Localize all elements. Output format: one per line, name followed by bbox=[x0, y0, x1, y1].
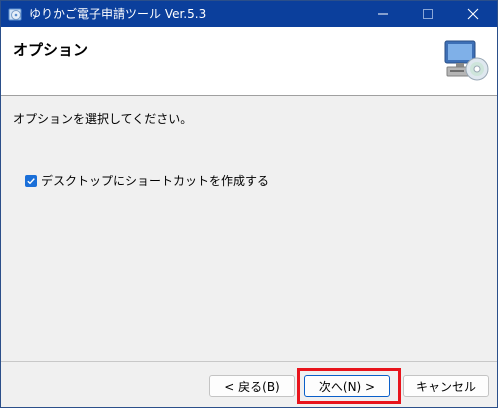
page-title: オプション bbox=[13, 41, 89, 59]
cancel-button[interactable]: キャンセル bbox=[403, 375, 489, 397]
minimize-button[interactable] bbox=[361, 1, 405, 27]
installer-disc-icon bbox=[8, 6, 24, 22]
options-panel: オプションを選択してください。 デスクトップにショートカットを作成する bbox=[1, 96, 497, 362]
maximize-icon bbox=[422, 5, 434, 24]
create-shortcut-checkbox[interactable] bbox=[25, 174, 37, 187]
button-bar: < 戻る(B) 次へ(N) > キャンセル bbox=[1, 361, 497, 407]
title-bar[interactable]: ゆりかご電子申請ツール Ver.5.3 bbox=[1, 1, 497, 27]
create-shortcut-option[interactable]: デスクトップにショートカットを作成する bbox=[25, 172, 269, 189]
instruction-text: オプションを選択してください。 bbox=[13, 112, 193, 126]
window-title: ゆりかご電子申請ツール Ver.5.3 bbox=[29, 7, 207, 21]
minimize-icon bbox=[377, 5, 389, 24]
maximize-button[interactable] bbox=[406, 1, 450, 27]
create-shortcut-label: デスクトップにショートカットを作成する bbox=[41, 174, 270, 188]
next-button-highlight bbox=[297, 368, 401, 404]
computer-disc-icon bbox=[441, 37, 489, 85]
installer-window: ゆりかご電子申請ツール Ver.5.3 オプション オプションを選択してください… bbox=[0, 0, 498, 408]
back-button[interactable]: < 戻る(B) bbox=[209, 375, 295, 397]
header-banner: オプション bbox=[1, 27, 497, 96]
checkmark-icon bbox=[27, 177, 35, 184]
close-button[interactable] bbox=[451, 1, 495, 27]
close-icon bbox=[467, 5, 479, 24]
